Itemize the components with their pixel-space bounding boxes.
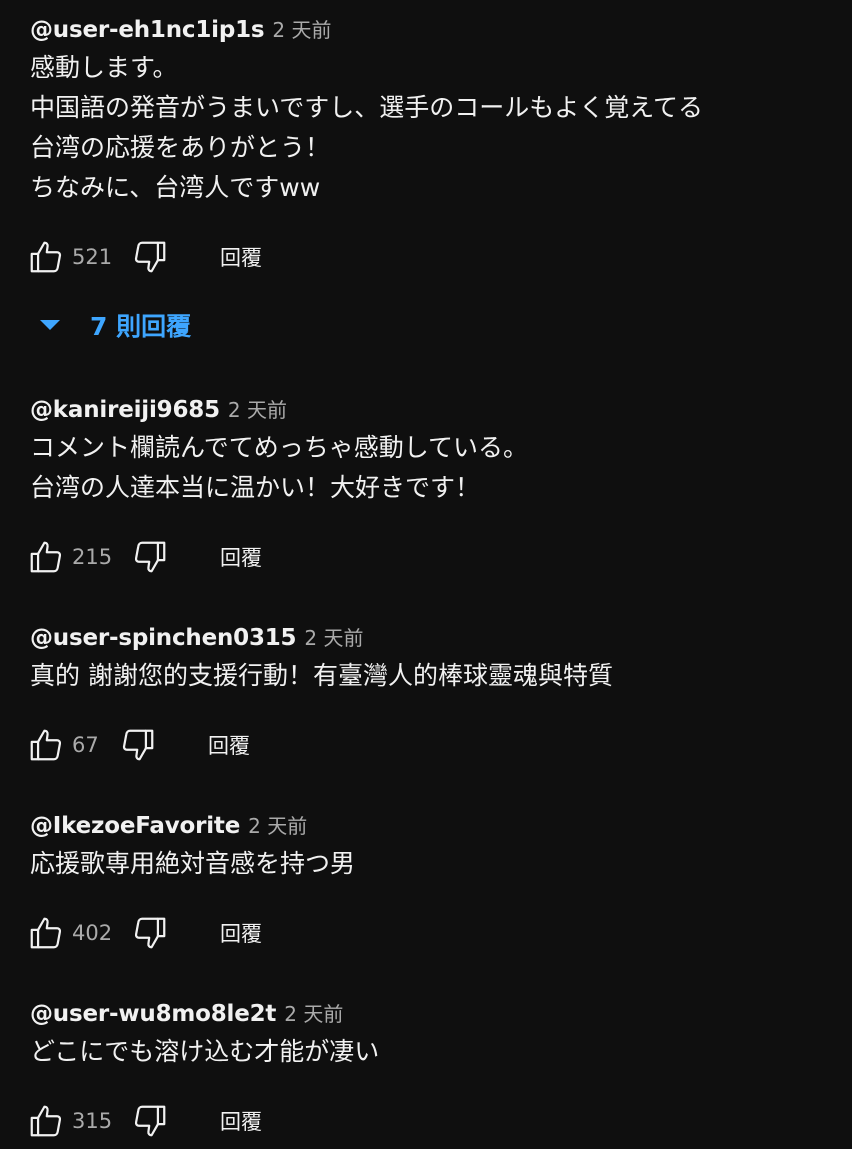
reply-button[interactable]: 回覆 xyxy=(220,242,262,272)
comment-header: @user-spinchen0315 2 天前 xyxy=(30,622,830,652)
reply-button[interactable]: 回覆 xyxy=(220,1106,262,1136)
like-button[interactable] xyxy=(26,237,66,277)
comment-line: 台湾の人達本当に温かい！大好きです！ xyxy=(30,473,481,502)
comment-header: @user-wu8mo8le2t 2 天前 xyxy=(30,998,830,1028)
comment-thread: @IkezoeFavorite 2 天前 応援歌専用絶対音感を持つ男 402 回… xyxy=(30,810,830,949)
comment-actions: 315 回覆 xyxy=(26,1101,262,1141)
comment-text: 感動します。 中国語の発音がうまいですし、選手のコールもよく覚えてる 台湾の応援… xyxy=(30,48,830,208)
comment-time[interactable]: 2 天前 xyxy=(304,622,363,651)
dislike-button[interactable] xyxy=(130,913,170,953)
dislike-button[interactable] xyxy=(118,725,158,765)
comment-time[interactable]: 2 天前 xyxy=(284,998,343,1027)
comment-line: 真的 謝謝您的支援行動！有臺灣人的棒球靈魂與特質 xyxy=(30,661,613,690)
comment-header: @IkezoeFavorite 2 天前 xyxy=(30,810,830,840)
view-replies-label: 7 則回覆 xyxy=(90,312,192,341)
comment-line: 中国語の発音がうまいですし、選手のコールもよく覚えてる xyxy=(30,93,704,122)
like-count: 402 xyxy=(72,921,113,945)
comment-thread: @user-eh1nc1ip1s 2 天前 感動します。 中国語の発音がうまいで… xyxy=(30,14,830,273)
dislike-button[interactable] xyxy=(130,237,170,277)
like-count: 215 xyxy=(72,545,113,569)
comment-thread: @user-spinchen0315 2 天前 真的 謝謝您的支援行動！有臺灣人… xyxy=(30,622,830,761)
like-button[interactable] xyxy=(26,913,66,953)
like-count: 67 xyxy=(72,733,99,757)
comment-line: ちなみに、台湾人ですww xyxy=(30,173,321,202)
reply-button[interactable]: 回覆 xyxy=(208,730,250,760)
comment-text: 真的 謝謝您的支援行動！有臺灣人的棒球靈魂與特質 xyxy=(30,656,830,696)
comment-time[interactable]: 2 天前 xyxy=(228,394,287,423)
thumbs-down-icon xyxy=(134,241,166,273)
comment-text: どこにでも溶け込む才能が凄い xyxy=(30,1032,830,1072)
thumbs-down-icon xyxy=(134,1105,166,1137)
reply-button[interactable]: 回覆 xyxy=(220,542,262,572)
comment-author[interactable]: @user-wu8mo8le2t xyxy=(30,1001,276,1027)
like-count: 315 xyxy=(72,1109,113,1133)
comment-header: @kanireiji9685 2 天前 xyxy=(30,394,830,424)
comment-thread: @user-wu8mo8le2t 2 天前 どこにでも溶け込む才能が凄い 315… xyxy=(30,998,830,1137)
comment-text: 応援歌専用絶対音感を持つ男 xyxy=(30,844,830,884)
thumbs-up-icon xyxy=(30,1105,62,1137)
comment-line: 感動します。 xyxy=(30,53,178,82)
comment-line: コメント欄読んでてめっちゃ感動している。 xyxy=(30,433,529,462)
comment-line: 台湾の応援をありがとう！ xyxy=(30,133,331,162)
comment-author[interactable]: @IkezoeFavorite xyxy=(30,813,240,839)
comment-actions: 402 回覆 xyxy=(26,913,262,953)
like-count: 521 xyxy=(72,245,113,269)
view-replies-button[interactable]: 7 則回覆 xyxy=(40,307,191,343)
comment-time[interactable]: 2 天前 xyxy=(272,14,331,43)
comment-thread: @kanireiji9685 2 天前 コメント欄読んでてめっちゃ感動している。… xyxy=(30,394,830,573)
thumbs-up-icon xyxy=(30,917,62,949)
comment-time[interactable]: 2 天前 xyxy=(248,810,307,839)
comment-author[interactable]: @kanireiji9685 xyxy=(30,397,220,423)
triangle-down-icon xyxy=(40,320,60,330)
thumbs-down-icon xyxy=(122,729,154,761)
comment-actions: 521 回覆 xyxy=(26,237,262,277)
dislike-button[interactable] xyxy=(130,537,170,577)
reply-button[interactable]: 回覆 xyxy=(220,918,262,948)
thumbs-up-icon xyxy=(30,729,62,761)
comment-text: コメント欄読んでてめっちゃ感動している。 台湾の人達本当に温かい！大好きです！ xyxy=(30,428,830,508)
thumbs-up-icon xyxy=(30,241,62,273)
like-button[interactable] xyxy=(26,725,66,765)
comment-author[interactable]: @user-eh1nc1ip1s xyxy=(30,17,265,43)
thumbs-down-icon xyxy=(134,917,166,949)
comment-line: どこにでも溶け込む才能が凄い xyxy=(30,1037,380,1066)
dislike-button[interactable] xyxy=(130,1101,170,1141)
comment-line: 応援歌専用絶対音感を持つ男 xyxy=(30,849,356,878)
comment-header: @user-eh1nc1ip1s 2 天前 xyxy=(30,14,830,44)
thumbs-down-icon xyxy=(134,541,166,573)
like-button[interactable] xyxy=(26,537,66,577)
like-button[interactable] xyxy=(26,1101,66,1141)
comment-actions: 67 回覆 xyxy=(26,725,250,765)
comment-author[interactable]: @user-spinchen0315 xyxy=(30,625,297,651)
thumbs-up-icon xyxy=(30,541,62,573)
comment-actions: 215 回覆 xyxy=(26,537,262,577)
